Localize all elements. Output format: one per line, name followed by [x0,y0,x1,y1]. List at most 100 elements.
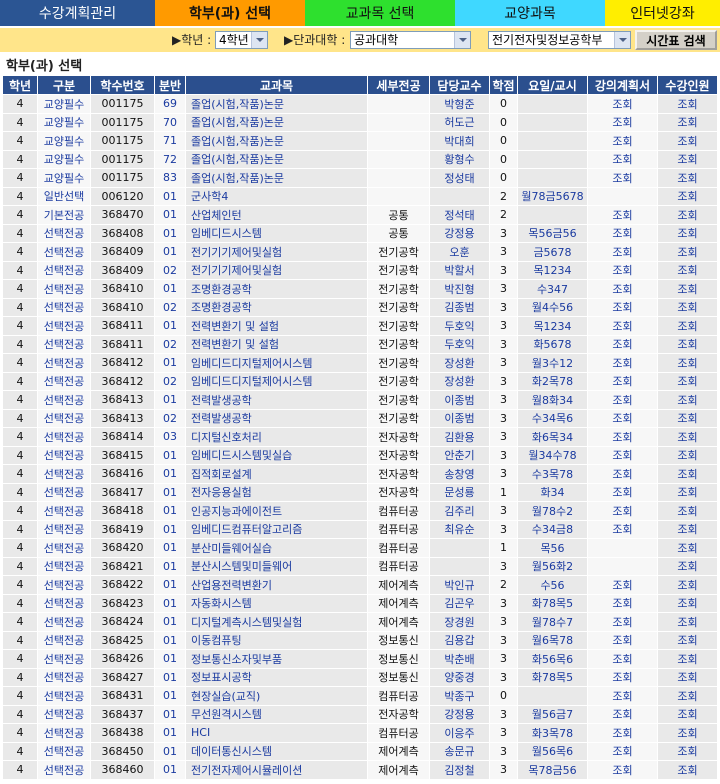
chevron-down-icon[interactable] [454,32,470,48]
syllabus-cell[interactable]: 조회 [588,391,658,410]
tab-liberal-arts[interactable]: 교양과목 [455,0,605,26]
tab-course-select[interactable]: 교과목 선택 [305,0,455,26]
enrollment-cell[interactable]: 조회 [658,650,718,669]
course-name-cell[interactable]: 임베디드시스템 [186,224,368,243]
tab-department-select[interactable]: 학부(과) 선택 [155,0,305,26]
department-select[interactable]: 전기전자및정보공학부 [488,31,631,49]
enrollment-cell[interactable]: 조회 [658,631,718,650]
syllabus-cell[interactable]: 조회 [588,502,658,521]
enrollment-cell[interactable]: 조회 [658,372,718,391]
enrollment-cell[interactable]: 조회 [658,187,718,206]
enrollment-cell[interactable]: 조회 [658,224,718,243]
syllabus-cell[interactable]: 조회 [588,372,658,391]
course-name-cell[interactable]: 전력변환기 및 설험 [186,317,368,336]
syllabus-cell[interactable]: 조회 [588,668,658,687]
syllabus-cell[interactable]: 조회 [588,150,658,169]
syllabus-cell[interactable]: 조회 [588,631,658,650]
chevron-down-icon[interactable] [251,32,267,48]
course-name-cell[interactable]: 졸업(시험,작품)논문 [186,95,368,114]
tab-internet-lectures[interactable]: 인터넷강좌 [605,0,720,26]
enrollment-cell[interactable]: 조회 [658,483,718,502]
enrollment-cell[interactable]: 조회 [658,705,718,724]
enrollment-cell[interactable]: 조회 [658,502,718,521]
syllabus-cell[interactable]: 조회 [588,280,658,299]
syllabus-cell[interactable]: 조회 [588,446,658,465]
enrollment-cell[interactable]: 조회 [658,169,718,188]
course-name-cell[interactable]: 임베디드디지털제어시스템 [186,372,368,391]
course-name-cell[interactable]: 전자응용실험 [186,483,368,502]
syllabus-cell[interactable]: 조회 [588,261,658,280]
enrollment-cell[interactable]: 조회 [658,742,718,761]
course-name-cell[interactable]: 전기기기제어및실험 [186,243,368,262]
course-name-cell[interactable]: 분산시스템및미들웨어 [186,557,368,576]
syllabus-cell[interactable]: 조회 [588,724,658,743]
enrollment-cell[interactable]: 조회 [658,446,718,465]
enrollment-cell[interactable]: 조회 [658,298,718,317]
course-name-cell[interactable]: 인공지능과에이전트 [186,502,368,521]
syllabus-cell[interactable]: 조회 [588,317,658,336]
enrollment-cell[interactable]: 조회 [658,391,718,410]
enrollment-cell[interactable]: 조회 [658,354,718,373]
course-name-cell[interactable]: 임베디드컴퓨터알고리즘 [186,520,368,539]
course-name-cell[interactable]: 디지털신호처리 [186,428,368,447]
course-name-cell[interactable]: 조명환경공학 [186,298,368,317]
course-name-cell[interactable]: 전기기기제어및실험 [186,261,368,280]
enrollment-cell[interactable]: 조회 [658,113,718,132]
course-name-cell[interactable]: 이동컴퓨팅 [186,631,368,650]
enrollment-cell[interactable]: 조회 [658,576,718,595]
enrollment-cell[interactable]: 조회 [658,594,718,613]
course-name-cell[interactable]: 졸업(시험,작품)논문 [186,169,368,188]
enrollment-cell[interactable]: 조회 [658,687,718,706]
course-name-cell[interactable]: 정보표시공학 [186,668,368,687]
syllabus-cell[interactable]: 조회 [588,520,658,539]
course-name-cell[interactable]: 임베디드시스템및실습 [186,446,368,465]
grade-select[interactable]: 4학년 [215,31,268,49]
course-name-cell[interactable]: 정보통신소자및부품 [186,650,368,669]
syllabus-cell[interactable]: 조회 [588,169,658,188]
course-name-cell[interactable]: 자동화시스템 [186,594,368,613]
enrollment-cell[interactable]: 조회 [658,132,718,151]
course-name-cell[interactable]: 데이터통신시스템 [186,742,368,761]
enrollment-cell[interactable]: 조회 [658,243,718,262]
syllabus-cell[interactable]: 조회 [588,465,658,484]
course-name-cell[interactable]: 현장실습(교직) [186,687,368,706]
course-name-cell[interactable]: 전력변환기 및 설험 [186,335,368,354]
enrollment-cell[interactable]: 조회 [658,409,718,428]
enrollment-cell[interactable]: 조회 [658,317,718,336]
chevron-down-icon[interactable] [614,32,630,48]
enrollment-cell[interactable]: 조회 [658,520,718,539]
syllabus-cell[interactable]: 조회 [588,298,658,317]
syllabus-cell[interactable]: 조회 [588,687,658,706]
course-name-cell[interactable]: 졸업(시험,작품)논문 [186,113,368,132]
tab-course-plan-management[interactable]: 수강계획관리 [0,0,155,26]
timetable-search-button[interactable]: 시간표 검색 [635,30,717,50]
enrollment-cell[interactable]: 조회 [658,261,718,280]
enrollment-cell[interactable]: 조회 [658,150,718,169]
course-name-cell[interactable]: 조명환경공학 [186,280,368,299]
enrollment-cell[interactable]: 조회 [658,280,718,299]
enrollment-cell[interactable]: 조회 [658,613,718,632]
syllabus-cell[interactable]: 조회 [588,243,658,262]
syllabus-cell[interactable]: 조회 [588,483,658,502]
syllabus-cell[interactable]: 조회 [588,113,658,132]
enrollment-cell[interactable]: 조회 [658,335,718,354]
enrollment-cell[interactable]: 조회 [658,428,718,447]
syllabus-cell[interactable]: 조회 [588,594,658,613]
course-name-cell[interactable]: HCI [186,724,368,743]
enrollment-cell[interactable]: 조회 [658,557,718,576]
syllabus-cell[interactable]: 조회 [588,224,658,243]
course-name-cell[interactable]: 군사학4 [186,187,368,206]
course-name-cell[interactable]: 전력발생공학 [186,391,368,410]
course-name-cell[interactable]: 졸업(시험,작품)논문 [186,132,368,151]
course-name-cell[interactable]: 디지털계측시스템및실험 [186,613,368,632]
syllabus-cell[interactable]: 조회 [588,705,658,724]
enrollment-cell[interactable]: 조회 [658,95,718,114]
syllabus-cell[interactable]: 조회 [588,428,658,447]
syllabus-cell[interactable]: 조회 [588,95,658,114]
syllabus-cell[interactable]: 조회 [588,132,658,151]
enrollment-cell[interactable]: 조회 [658,539,718,558]
course-name-cell[interactable]: 산업용전력변환기 [186,576,368,595]
syllabus-cell[interactable]: 조회 [588,335,658,354]
course-name-cell[interactable]: 졸업(시험,작품)논문 [186,150,368,169]
syllabus-cell[interactable]: 조회 [588,206,658,225]
